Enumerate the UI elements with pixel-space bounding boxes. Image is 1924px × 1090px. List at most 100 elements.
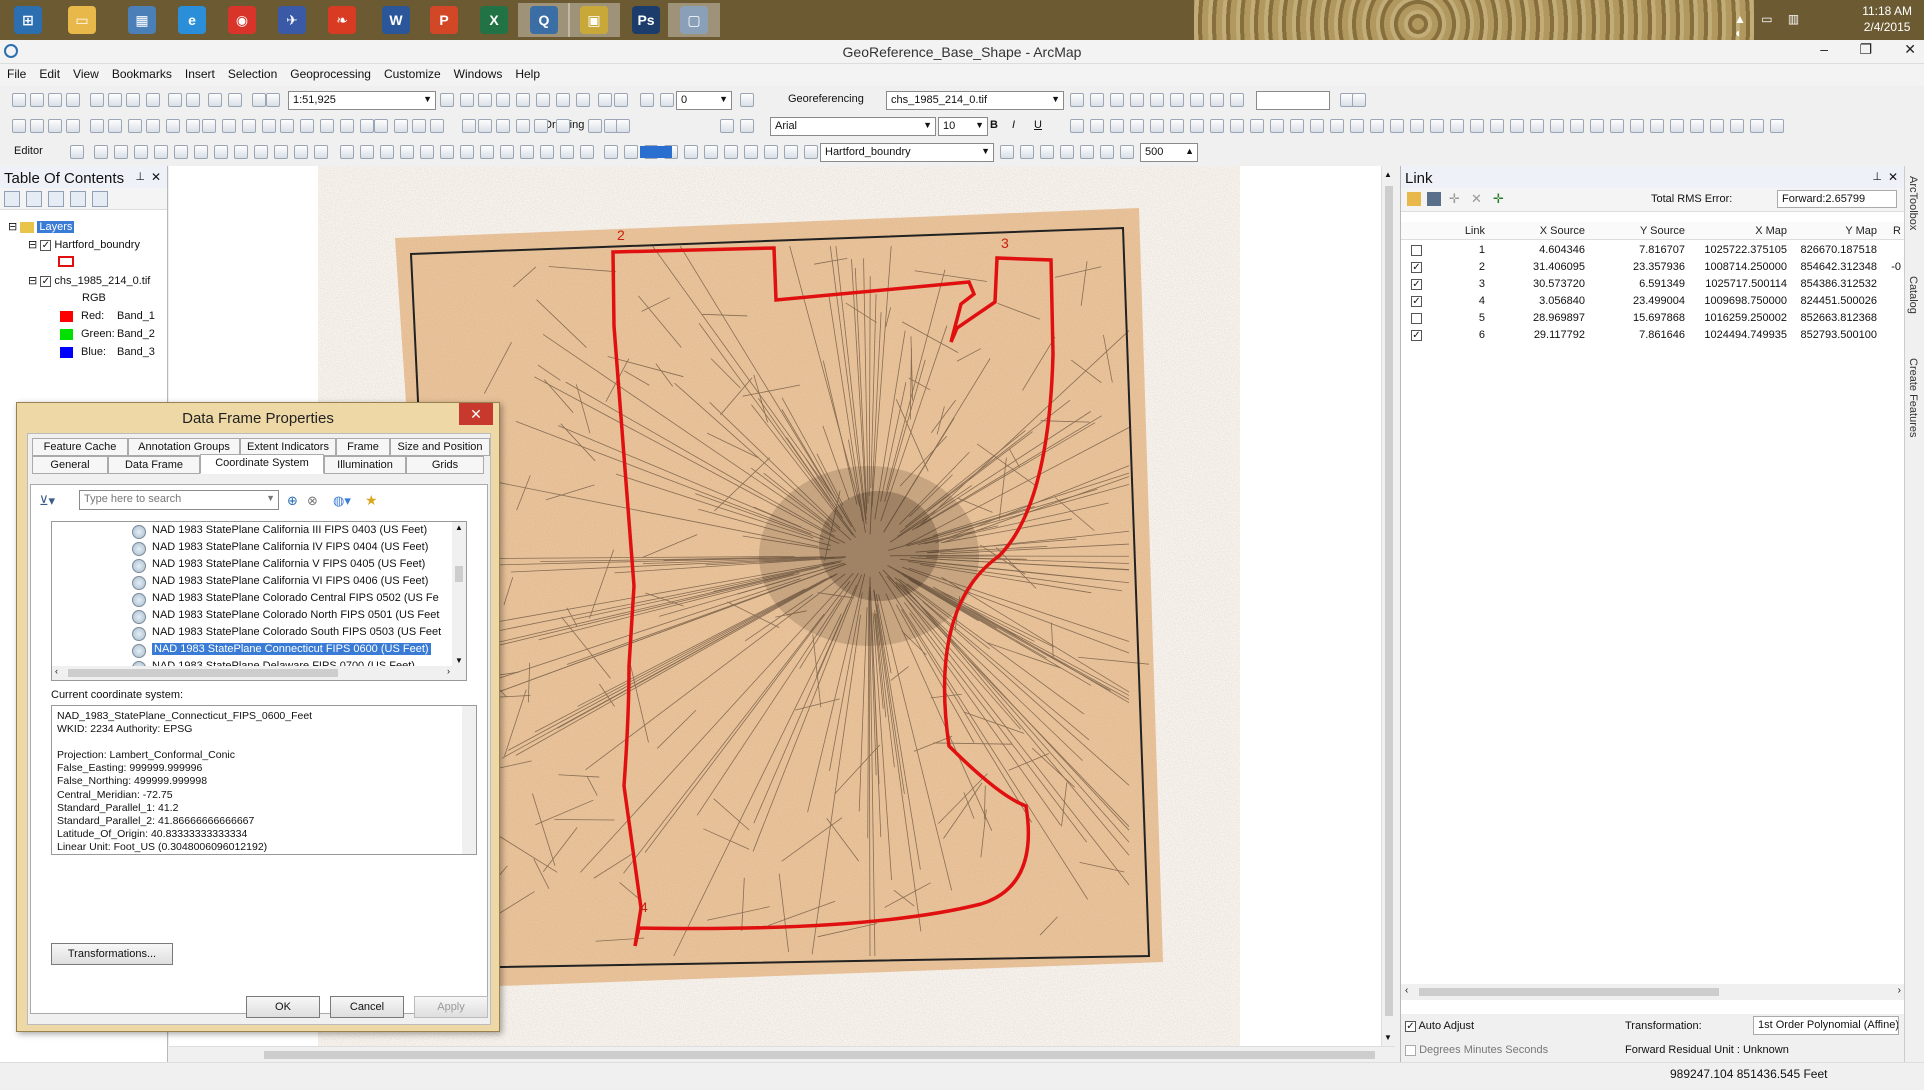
add-link-icon[interactable]: ✛ xyxy=(1449,191,1460,207)
close-icon[interactable]: ✕ xyxy=(151,170,161,184)
toolbar-tool-icon[interactable] xyxy=(108,93,122,107)
toolbar-tool-icon[interactable] xyxy=(254,145,268,159)
table-row[interactable]: ✓ 2 31.406095 23.357936 1008714.250000 854642… xyxy=(1401,259,1905,276)
menu-bookmarks[interactable]: Bookmarks xyxy=(105,64,178,81)
toolbar-tool-icon[interactable] xyxy=(640,93,654,107)
filter-icon[interactable]: ⊻▾ xyxy=(39,493,55,509)
toolbar-tool-icon[interactable] xyxy=(1550,119,1564,133)
tab-grids[interactable]: Grids xyxy=(406,456,484,474)
menu-insert[interactable]: Insert xyxy=(178,64,221,81)
toolbar-tool-icon[interactable] xyxy=(360,145,374,159)
bold-button[interactable]: B xyxy=(990,119,998,131)
toolbar-tool-icon[interactable] xyxy=(394,119,408,133)
tab-feature-cache[interactable]: Feature Cache xyxy=(32,438,128,456)
scroll-thumb[interactable] xyxy=(455,566,463,582)
pin-icon[interactable]: ⊥ xyxy=(135,170,145,183)
toolbar-tool-icon[interactable] xyxy=(1170,93,1184,107)
toolbar-tool-icon[interactable] xyxy=(1510,119,1524,133)
toolbar-tool-icon[interactable] xyxy=(534,119,548,133)
arcmap-taskbar-button[interactable]: Q xyxy=(518,3,570,37)
crs-list-item[interactable]: NAD 1983 StatePlane Connecticut FIPS 060… xyxy=(132,643,431,660)
crs-list-item[interactable]: NAD 1983 StatePlane California IV FIPS 0… xyxy=(132,541,428,558)
toolbar-tool-icon[interactable] xyxy=(588,119,602,133)
toolbar-tool-icon[interactable] xyxy=(1070,119,1084,133)
crs-list-item[interactable]: NAD 1983 StatePlane Colorado South FIPS … xyxy=(132,626,441,643)
save-icon[interactable] xyxy=(1427,192,1441,206)
tab-illumination[interactable]: Illumination xyxy=(324,456,406,474)
toolbar-tool-icon[interactable] xyxy=(166,119,180,133)
toolbar-tool-icon[interactable] xyxy=(440,93,454,107)
toolbar-tool-icon[interactable] xyxy=(496,93,510,107)
toolbar-tool-icon[interactable] xyxy=(560,145,574,159)
crs-list-item[interactable]: NAD 1983 StatePlane California V FIPS 04… xyxy=(132,558,425,575)
open-folder-icon[interactable] xyxy=(1407,192,1421,206)
toolbar-tool-icon[interactable] xyxy=(1190,93,1204,107)
clock[interactable]: 11:18 AM 2/4/2015 xyxy=(1862,3,1912,35)
font-size-combo[interactable]: 10 ▼ xyxy=(938,117,988,136)
close-icon[interactable]: ✕ xyxy=(459,403,493,425)
toolbar-tool-icon[interactable] xyxy=(1210,119,1224,133)
toolbar-tool-icon[interactable] xyxy=(804,145,818,159)
toolbar-tool-icon[interactable] xyxy=(108,119,122,133)
font-name-combo[interactable]: Arial ▼ xyxy=(770,117,936,136)
target-layer-combo[interactable]: Hartford_boundry ▼ xyxy=(820,143,994,162)
toolbar-tool-icon[interactable] xyxy=(516,93,530,107)
windows-start-taskbar-button[interactable]: ⊞ xyxy=(2,3,54,37)
crs-list-item[interactable]: NAD 1983 StatePlane California III FIPS … xyxy=(132,524,427,541)
toolbar-tool-icon[interactable] xyxy=(90,119,104,133)
toolbar-tool-icon[interactable] xyxy=(1170,119,1184,133)
internet-explorer-taskbar-button[interactable]: e xyxy=(166,3,218,37)
file-explorer-taskbar-button[interactable]: ▭ xyxy=(56,3,108,37)
toolbar-tool-icon[interactable] xyxy=(536,93,550,107)
toolbar-tool-icon[interactable] xyxy=(1570,119,1584,133)
toolbar-tool-icon[interactable] xyxy=(1490,119,1504,133)
toolbar-tool-icon[interactable] xyxy=(684,145,698,159)
list-by-source-icon[interactable] xyxy=(26,191,42,207)
column-header[interactable]: R xyxy=(1811,222,1901,240)
toolbar-tool-icon[interactable] xyxy=(1290,119,1304,133)
toolbar-tool-icon[interactable] xyxy=(186,93,200,107)
empty-combo[interactable] xyxy=(1256,91,1330,110)
layer-visibility-checkbox[interactable]: ✓ xyxy=(40,275,52,287)
toolbar-tool-icon[interactable] xyxy=(1070,93,1084,107)
toolbar-tool-icon[interactable] xyxy=(460,145,474,159)
word-taskbar-button[interactable]: W xyxy=(370,3,422,37)
table-row[interactable]: ✓ 4 3.056840 23.499004 1009698.750000 824451.… xyxy=(1401,293,1905,310)
toolbar-tool-icon[interactable] xyxy=(480,145,494,159)
crs-details-scrollbar[interactable] xyxy=(462,706,476,854)
menu-edit[interactable]: Edit xyxy=(32,64,66,81)
toolbar-tool-icon[interactable] xyxy=(48,119,62,133)
toolbar-tool-icon[interactable] xyxy=(128,119,142,133)
toolbar-tool-icon[interactable] xyxy=(556,93,570,107)
toolbar-tool-icon[interactable] xyxy=(500,145,514,159)
toolbar-tool-icon[interactable] xyxy=(540,145,554,159)
toolbar-tool-icon[interactable] xyxy=(1090,119,1104,133)
red-pepper-taskbar-button[interactable]: ❧ xyxy=(316,3,368,37)
scroll-thumb[interactable] xyxy=(1419,988,1719,996)
toolbar-tool-icon[interactable] xyxy=(520,145,534,159)
ok-button[interactable]: OK xyxy=(246,996,320,1018)
toolbar-tool-icon[interactable] xyxy=(214,145,228,159)
favorites-star-icon[interactable]: ★ xyxy=(365,492,378,509)
menu-selection[interactable]: Selection xyxy=(221,64,283,81)
toolbar-tool-icon[interactable] xyxy=(496,119,510,133)
toolbar-tool-icon[interactable] xyxy=(66,93,80,107)
toolbar-tool-icon[interactable] xyxy=(1090,93,1104,107)
menu-windows[interactable]: Windows xyxy=(447,64,509,81)
toolbar-tool-icon[interactable] xyxy=(280,119,294,133)
toolbar-tool-icon[interactable] xyxy=(576,93,590,107)
toolbar-tool-icon[interactable] xyxy=(1390,119,1404,133)
toolbar-tool-icon[interactable] xyxy=(740,93,754,107)
toc-layer-raster[interactable]: ⊟ ✓ chs_1985_214_0.tif xyxy=(28,274,150,287)
toolbar-tool-icon[interactable] xyxy=(580,145,594,159)
column-header[interactable]: Y Source xyxy=(1595,222,1685,240)
toolbar-tool-icon[interactable] xyxy=(764,145,778,159)
catalog-tab[interactable]: Catalog xyxy=(1907,276,1919,314)
toolbar-tool-icon[interactable] xyxy=(12,119,26,133)
toolbar-tool-icon[interactable] xyxy=(360,119,374,133)
toolbar-tool-icon[interactable] xyxy=(1230,93,1244,107)
toolbar-tool-icon[interactable] xyxy=(616,119,630,133)
pin-icon[interactable]: ⊥ xyxy=(1872,170,1882,183)
toolbar-tool-icon[interactable] xyxy=(1630,119,1644,133)
toolbar-tool-icon[interactable] xyxy=(1250,119,1264,133)
